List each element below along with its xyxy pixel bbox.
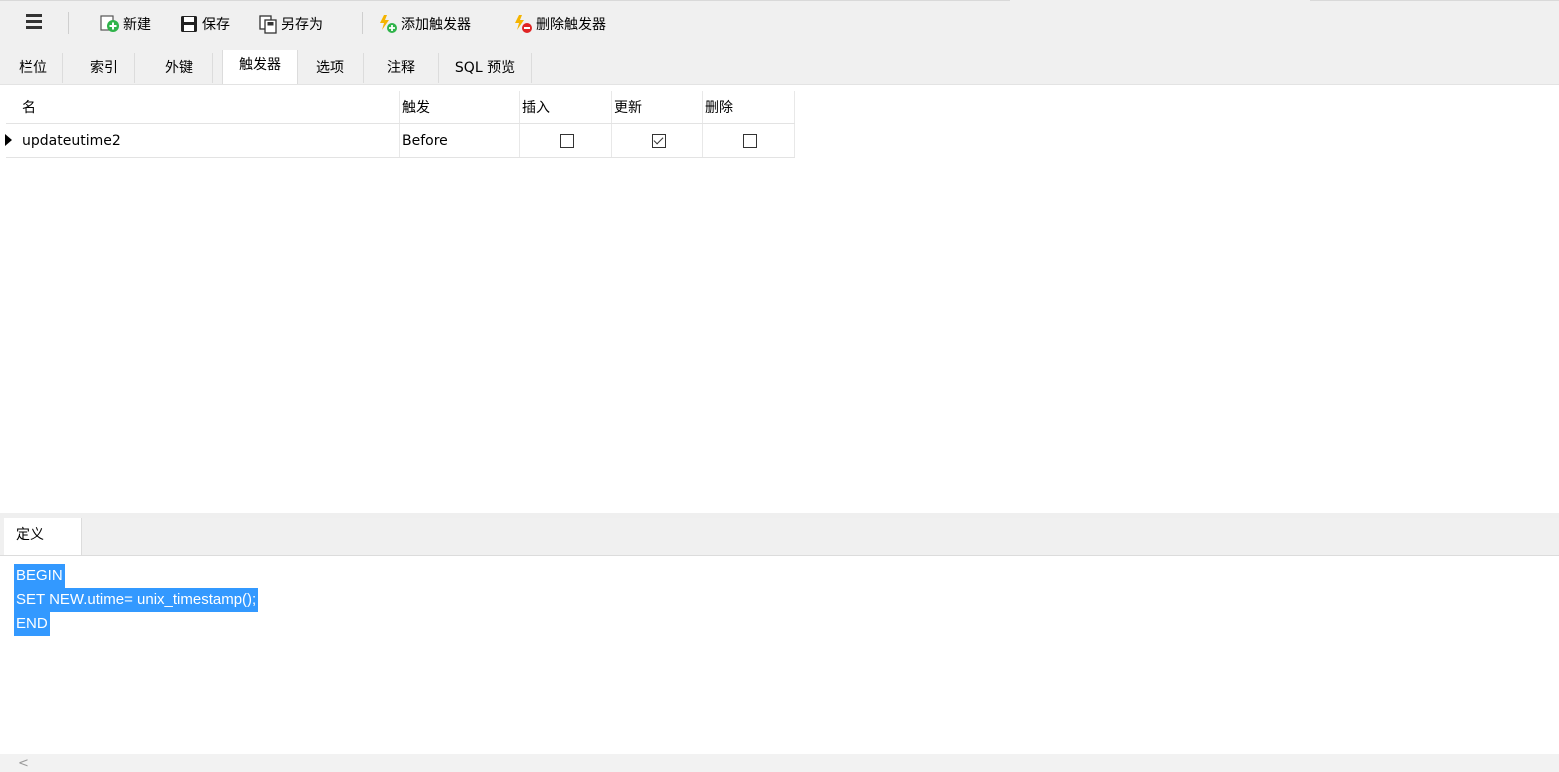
definition-editor[interactable]: BEGIN SET NEW.utime= unix_timestamp(); E… [0, 556, 1559, 754]
tab-bar: 栏位 索引 外键 触发器 选项 注释 SQL 预览 [0, 48, 1559, 85]
scroll-left-icon[interactable]: < [18, 756, 29, 771]
new-button[interactable]: 新建 [100, 13, 151, 35]
save-label: 保存 [202, 17, 230, 33]
new-icon [100, 14, 120, 34]
code-line: SET NEW.utime= unix_timestamp(); [14, 588, 259, 612]
insert-checkbox[interactable] [560, 133, 574, 148]
toolbar-separator [68, 12, 69, 34]
trigger-grid: 名 触发 插入 更新 删除 updateutime2 Before [5, 91, 795, 158]
save-as-icon [258, 14, 278, 34]
delete-trigger-button[interactable]: 删除触发器 [513, 13, 606, 35]
toolbar: 新建 保存 另存为 添加触发器 删除触发器 [0, 0, 1559, 48]
delete-trigger-icon [513, 14, 533, 34]
toolbar-top-border [0, 0, 1010, 1]
trigger-name-cell[interactable]: updateutime2 [20, 124, 400, 157]
column-header-update[interactable]: 更新 [612, 91, 703, 123]
table-row[interactable]: updateutime2 Before [5, 124, 795, 158]
code-line: END [14, 612, 50, 636]
trigger-fire-cell[interactable]: Before [400, 124, 520, 157]
tab-options[interactable]: 选项 [297, 53, 364, 83]
tab-sql-preview[interactable]: SQL 预览 [439, 53, 532, 83]
insert-cell [520, 124, 612, 157]
update-checkbox[interactable] [652, 133, 666, 148]
menu-icon[interactable] [26, 14, 42, 30]
code-block: BEGIN SET NEW.utime= unix_timestamp(); E… [14, 564, 259, 636]
add-trigger-label: 添加触发器 [401, 17, 471, 33]
tab-indexes[interactable]: 索引 [74, 53, 135, 83]
tab-comments[interactable]: 注释 [364, 53, 439, 83]
code-line: BEGIN [14, 564, 65, 588]
toolbar-top-border-right [1310, 0, 1559, 1]
definition-tab-bar: 定义 [0, 518, 1559, 556]
column-header-delete[interactable]: 删除 [703, 91, 795, 123]
column-header-name[interactable]: 名 [20, 91, 400, 123]
delete-cell [703, 124, 795, 157]
save-as-button[interactable]: 另存为 [258, 13, 323, 35]
delete-trigger-label: 删除触发器 [536, 17, 606, 33]
tab-foreign-keys[interactable]: 外键 [146, 53, 213, 83]
horizontal-scrollbar[interactable]: < [0, 754, 1559, 772]
tab-definition[interactable]: 定义 [4, 518, 82, 555]
new-label: 新建 [123, 17, 151, 33]
tab-triggers[interactable]: 触发器 [222, 50, 298, 84]
grid-header: 名 触发 插入 更新 删除 [6, 91, 795, 124]
add-trigger-button[interactable]: 添加触发器 [378, 13, 471, 35]
toolbar-separator [362, 12, 363, 34]
delete-checkbox[interactable] [743, 133, 757, 148]
update-cell [612, 124, 703, 157]
save-button[interactable]: 保存 [179, 13, 230, 35]
save-as-label: 另存为 [281, 17, 323, 33]
save-icon [179, 14, 199, 34]
column-header-fire[interactable]: 触发 [400, 91, 520, 123]
trigger-grid-area: 名 触发 插入 更新 删除 updateutime2 Before [0, 85, 1559, 513]
column-header-insert[interactable]: 插入 [520, 91, 612, 123]
add-trigger-icon [378, 14, 398, 34]
tab-fields[interactable]: 栏位 [4, 53, 63, 83]
row-indicator-icon [5, 134, 12, 146]
